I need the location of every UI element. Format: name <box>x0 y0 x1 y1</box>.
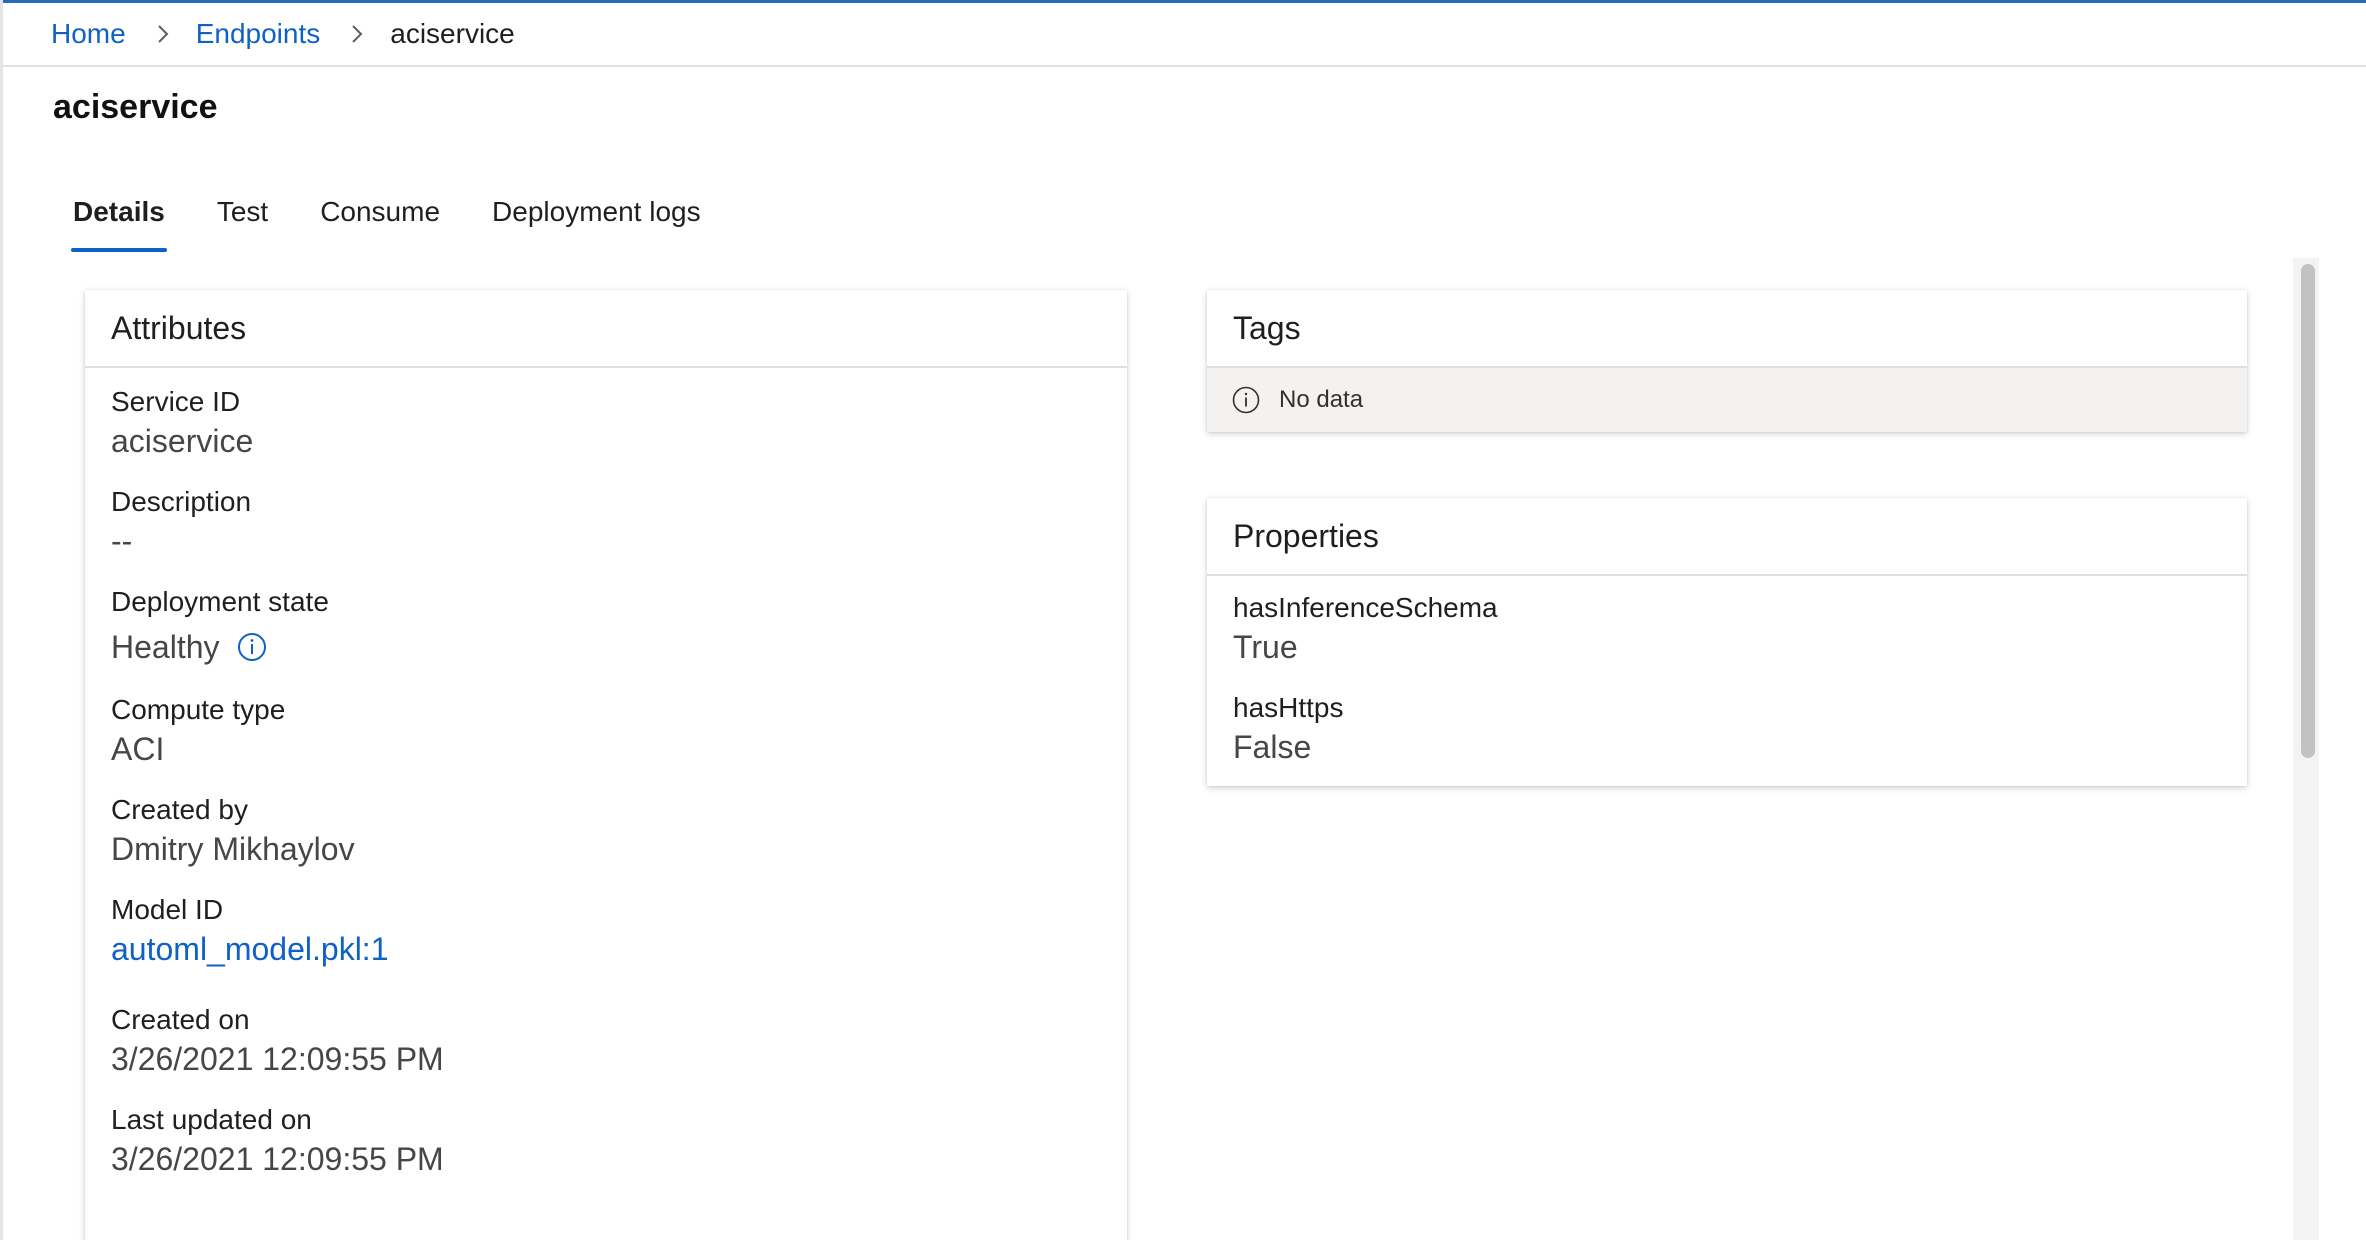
tab-details[interactable]: Details <box>55 190 183 258</box>
chevron-right-icon <box>152 23 174 45</box>
tags-card: Tags No data <box>1207 290 2247 432</box>
field-label: Created by <box>111 794 248 825</box>
scrollbar-thumb[interactable] <box>2301 264 2315 758</box>
deployment-state-field: Deployment state Healthy <box>85 562 1127 668</box>
has-https-field: hasHttps False <box>1207 668 2247 768</box>
tab-deployment-logs[interactable]: Deployment logs <box>474 190 719 258</box>
page-title: aciservice <box>53 88 218 126</box>
info-icon[interactable] <box>236 631 268 663</box>
properties-card-title: Properties <box>1207 498 2247 576</box>
field-value: True <box>1233 629 1298 665</box>
field-label: Description <box>111 486 252 517</box>
properties-card: Properties hasInferenceSchema True hasHt… <box>1207 498 2247 786</box>
breadcrumb-home-link[interactable]: Home <box>51 18 126 50</box>
created-on-field: Created on 3/26/2021 12:09:55 PM <box>85 970 1127 1080</box>
no-data-text: No data <box>1279 386 1364 413</box>
deployment-state-value: Healthy <box>111 626 1127 668</box>
created-by-field: Created by Dmitry Mikhaylov <box>85 770 1127 870</box>
tab-test[interactable]: Test <box>199 190 286 258</box>
service-id-field: Service ID aciservice <box>85 368 1127 462</box>
field-label: Model ID <box>111 894 224 925</box>
field-label: hasInferenceSchema <box>1233 592 1498 623</box>
field-value: 3/26/2021 12:09:55 PM <box>111 1141 444 1177</box>
field-value: -- <box>111 523 133 559</box>
info-icon <box>1231 385 1261 415</box>
attributes-card-title: Attributes <box>85 290 1127 368</box>
model-id-field: Model ID automl_model.pkl:1 <box>85 870 1127 970</box>
field-value: Healthy <box>111 629 220 665</box>
field-value: ACI <box>111 731 165 767</box>
description-field: Description -- <box>85 462 1127 562</box>
breadcrumb-current: aciservice <box>390 18 515 49</box>
field-label: Service ID <box>111 386 241 417</box>
field-value: Dmitry Mikhaylov <box>111 831 355 867</box>
compute-type-field: Compute type ACI <box>85 668 1127 770</box>
last-updated-on-field: Last updated on 3/26/2021 12:09:55 PM <box>85 1080 1127 1180</box>
attributes-card: Attributes Service ID aciservice Descrip… <box>85 290 1127 1240</box>
tab-consume[interactable]: Consume <box>302 190 458 258</box>
breadcrumb-endpoints-link[interactable]: Endpoints <box>196 18 321 50</box>
no-data-message: No data <box>1207 368 2247 432</box>
field-label: Compute type <box>111 694 286 725</box>
field-value: False <box>1233 729 1312 765</box>
has-inference-schema-field: hasInferenceSchema True <box>1207 576 2247 668</box>
field-label: Last updated on <box>111 1104 312 1135</box>
chevron-right-icon <box>346 23 368 45</box>
field-value: aciservice <box>111 423 254 459</box>
endpoint-details-page: Home Endpoints aciservice aciservice Det… <box>0 0 2366 1240</box>
tags-card-title: Tags <box>1207 290 2247 368</box>
breadcrumb: Home Endpoints aciservice <box>3 3 2366 67</box>
field-label: Deployment state <box>111 586 329 617</box>
field-label: Created on <box>111 1004 250 1035</box>
field-label: hasHttps <box>1233 692 1344 723</box>
tab-bar: Details Test Consume Deployment logs <box>55 190 735 258</box>
model-id-link[interactable]: automl_model.pkl:1 <box>111 928 1127 970</box>
field-value: 3/26/2021 12:09:55 PM <box>111 1041 444 1077</box>
